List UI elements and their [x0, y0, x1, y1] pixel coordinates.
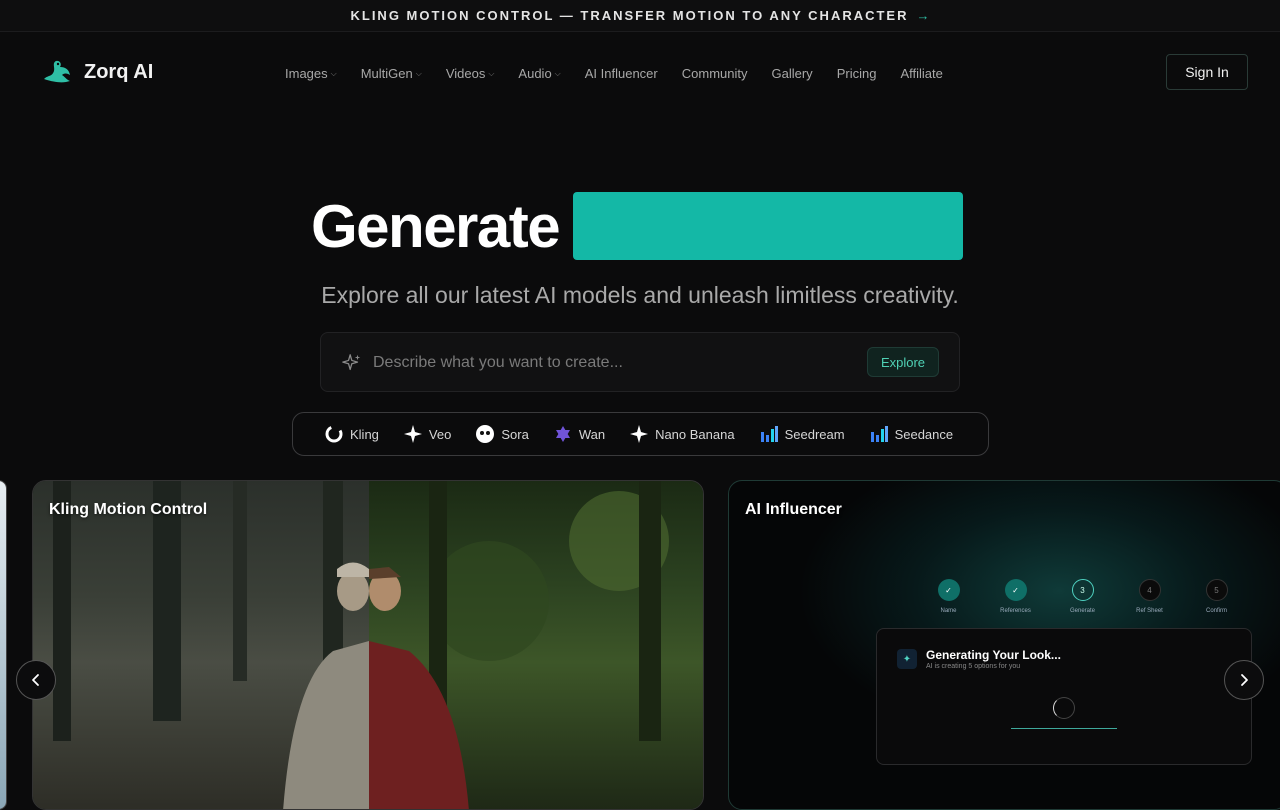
forest-monk-image-result	[369, 481, 669, 809]
model-chip-label: Seedream	[784, 426, 845, 442]
sign-in-button[interactable]: Sign In	[1166, 54, 1248, 90]
after-image	[369, 481, 703, 809]
hero-title: Generate	[311, 192, 964, 260]
card-title: Kling Motion Control	[49, 501, 208, 518]
nav-item-label: MultiGen	[360, 66, 413, 81]
nav-item-videos[interactable]: Videos ⌵	[446, 66, 495, 81]
nav-item-pricing[interactable]: Pricing	[837, 66, 877, 81]
generating-panel: ✦ Generating Your Look... AI is creating…	[876, 628, 1252, 765]
nano-banana-icon	[629, 424, 649, 444]
nav-item-label: AI Influencer	[584, 66, 658, 81]
step-number: 3	[1071, 579, 1094, 601]
card-title: AI Influencer	[745, 501, 842, 518]
logo[interactable]: Zorq AI	[40, 57, 153, 87]
brand-name: Zorq AI	[84, 60, 154, 83]
seedance-icon	[869, 424, 889, 444]
carousel-prev-button[interactable]	[16, 660, 56, 700]
step-number: ✓	[1004, 579, 1027, 601]
carousel-next-button[interactable]	[1224, 660, 1264, 700]
nav-item-label: Images	[285, 66, 328, 81]
nav-item-audio[interactable]: Audio ⌵	[518, 66, 560, 81]
progress-steps: ✓ Name ✓ References 3 Generate 4 Ref Sheet 5 Conf…	[915, 579, 1250, 614]
step-label: References	[1000, 608, 1031, 614]
model-chip-veo[interactable]: Veo	[403, 424, 451, 444]
step-number: 4	[1138, 579, 1161, 601]
progress-step: 4 Ref Sheet	[1116, 579, 1183, 614]
model-chip-label: Wan	[578, 426, 606, 442]
hero-title-highlight	[573, 192, 964, 260]
wan-icon	[553, 424, 573, 444]
model-chip-label: Seedance	[894, 426, 954, 442]
step-number: 5	[1205, 579, 1228, 601]
model-chip-label: Veo	[428, 426, 452, 442]
loading-spinner-icon	[1053, 697, 1075, 719]
carousel-card-ai-influencer[interactable]: AI Influencer ✓ Name ✓ References 3 Generate 4…	[728, 480, 1280, 810]
step-label: Confirm	[1205, 608, 1227, 614]
model-selector: Kling Veo Sora Wan Nano Banana Seedream Seedan…	[292, 412, 989, 456]
panel-subtitle: AI is creating 5 options for you	[926, 663, 1021, 670]
nav-item-affiliate[interactable]: Affiliate	[900, 66, 942, 81]
kling-icon	[324, 424, 344, 444]
hero-title-text: Generate	[311, 192, 561, 260]
announcement-text: KLING MOTION CONTROL — TRANSFER MOTION T…	[350, 8, 909, 23]
chevron-down-icon: ⌵	[488, 68, 495, 78]
model-chip-wan[interactable]: Wan	[553, 424, 605, 444]
carousel-card-kling-motion-control[interactable]: Kling Motion Control	[32, 480, 704, 810]
progress-line	[1011, 728, 1117, 729]
chevron-down-icon: ⌵	[554, 68, 561, 78]
nav-item-gallery[interactable]: Gallery	[772, 66, 813, 81]
progress-step: 5 Confirm	[1183, 579, 1250, 614]
prompt-search-box: Explore	[320, 332, 960, 392]
nav-item-images[interactable]: Images ⌵	[285, 66, 337, 81]
model-chip-nano-banana[interactable]: Nano Banana	[629, 424, 735, 444]
step-label: Ref Sheet	[1136, 608, 1163, 614]
arrow-right-icon: →	[916, 8, 930, 23]
model-chip-label: Sora	[501, 426, 529, 442]
nav-item-label: Pricing	[836, 66, 877, 81]
model-chip-label: Nano Banana	[655, 426, 735, 442]
before-image	[33, 481, 369, 809]
model-chip-kling[interactable]: Kling	[324, 424, 379, 444]
chevron-right-icon	[1241, 674, 1248, 686]
chevron-left-icon	[32, 674, 39, 686]
prompt-input[interactable]	[373, 345, 853, 381]
forest-monk-image	[53, 481, 369, 809]
progress-step: ✓ References	[982, 579, 1049, 614]
hero-subtitle: Explore all our latest AI models and unl…	[321, 282, 959, 308]
veo-icon	[403, 424, 423, 444]
nav-item-ai-influencer[interactable]: AI Influencer	[585, 66, 658, 81]
carousel-card-previous[interactable]	[0, 480, 7, 810]
nav-item-multigen[interactable]: MultiGen ⌵	[361, 66, 422, 81]
magic-wand-icon: ✦	[897, 649, 917, 669]
explore-button[interactable]: Explore	[867, 347, 939, 377]
nav-item-label: Community	[681, 66, 748, 81]
model-chip-sora[interactable]: Sora	[475, 424, 529, 444]
nav-item-community[interactable]: Community	[682, 66, 748, 81]
panel-title: Generating Your Look...	[926, 648, 1061, 662]
chevron-down-icon: ⌵	[415, 68, 422, 78]
announcement-bar[interactable]: KLING MOTION CONTROL — TRANSFER MOTION T…	[0, 0, 1280, 32]
model-chip-seedance[interactable]: Seedance	[869, 424, 954, 444]
seedream-icon	[759, 424, 779, 444]
model-chip-label: Kling	[350, 426, 379, 442]
nav-item-label: Videos	[445, 66, 486, 81]
main-nav: Images ⌵ MultiGen ⌵ Videos ⌵ Audio ⌵ AI Influenc…	[285, 66, 967, 81]
nav-item-label: Audio	[518, 66, 552, 81]
sparkle-icon	[342, 354, 361, 371]
chevron-down-icon: ⌵	[330, 68, 337, 78]
progress-step: 3 Generate	[1049, 579, 1116, 614]
nav-item-label: Gallery	[771, 66, 813, 81]
progress-step: ✓ Name	[915, 579, 982, 614]
logo-mark-icon	[44, 60, 70, 83]
sora-icon	[475, 424, 495, 444]
step-number: ✓	[937, 579, 960, 601]
model-chip-seedream[interactable]: Seedream	[759, 424, 845, 444]
step-label: Name	[940, 608, 957, 614]
nav-item-label: Affiliate	[900, 66, 943, 81]
site-header: Zorq AI Images ⌵ MultiGen ⌵ Videos ⌵ Audio ⌵ AI …	[0, 33, 1280, 111]
step-label: Generate	[1069, 608, 1096, 614]
